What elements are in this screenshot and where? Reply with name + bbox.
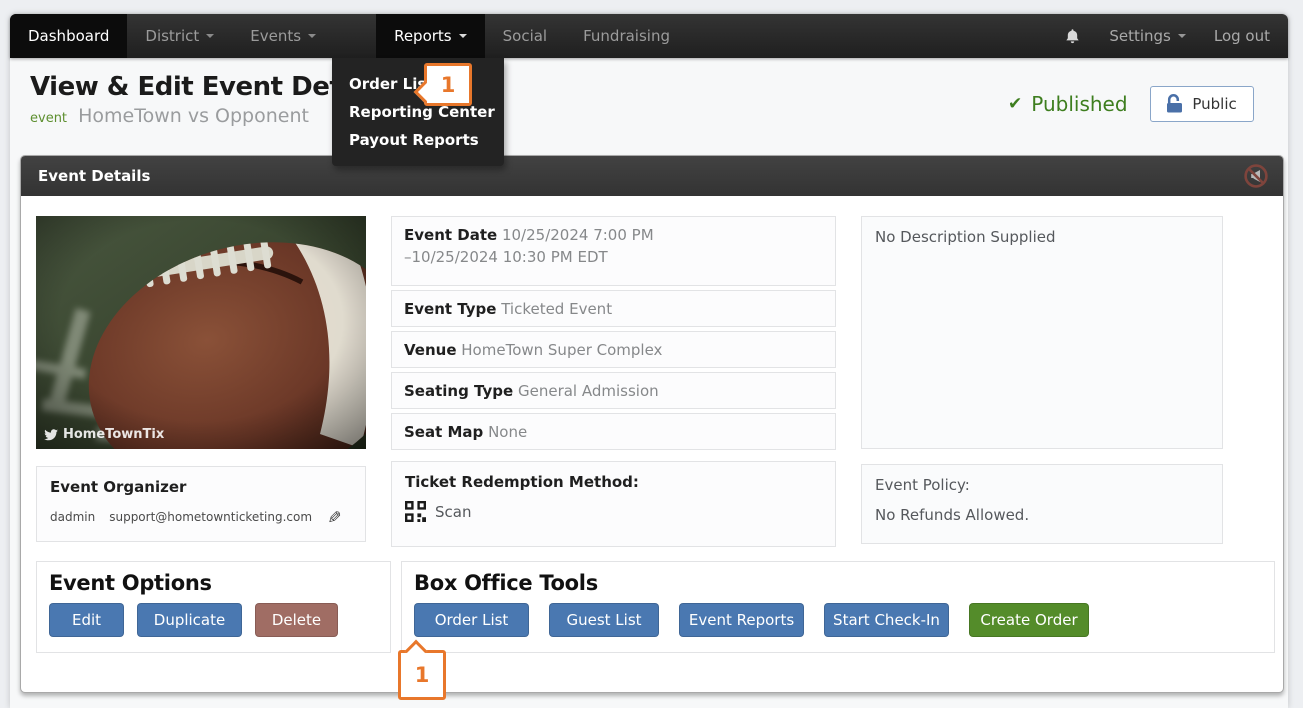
detail-value: HomeTown Super Complex <box>461 341 662 359</box>
ticket-redemption-box: Ticket Redemption Method: Scan <box>391 461 836 547</box>
detail-row-seating-type: Seating Type General Admission <box>391 372 836 409</box>
detail-row-event-type: Event Type Ticketed Event <box>391 290 836 327</box>
detail-row-venue: Venue HomeTown Super Complex <box>391 331 836 368</box>
detail-value: 10/25/2024 7:00 PM <box>502 226 654 244</box>
event-options-title: Event Options <box>37 562 390 595</box>
policy-text: No Refunds Allowed. <box>875 506 1209 524</box>
start-check-in-button[interactable]: Start Check-In <box>824 603 949 637</box>
event-options-buttons: Edit Duplicate Delete <box>37 595 390 637</box>
description-text: No Description Supplied <box>875 228 1056 246</box>
guest-list-button[interactable]: Guest List <box>549 603 659 637</box>
visibility-label: Public <box>1192 95 1236 113</box>
event-image: HomeTownTix <box>36 216 366 449</box>
event-details-table: Event Date 10/25/2024 7:00 PM –10/25/202… <box>391 216 836 450</box>
nav-label: District <box>145 27 199 45</box>
edit-button[interactable]: Edit <box>49 603 124 637</box>
nav-item-fundraising[interactable]: Fundraising <box>565 14 688 58</box>
detail-value: None <box>488 423 527 441</box>
step-callout-1-menu: 1 <box>424 63 472 106</box>
organizer-row: dadmin support@hometownticketing.com ✎ <box>50 507 352 527</box>
public-visibility-button[interactable]: Public <box>1150 86 1254 122</box>
detail-label: Venue <box>404 341 457 359</box>
nav-label: Log out <box>1214 27 1270 45</box>
box-office-tools-box: Box Office Tools Order List Guest List E… <box>401 561 1275 653</box>
organizer-title: Event Organizer <box>50 478 352 496</box>
step-number: 1 <box>415 663 430 687</box>
create-order-button[interactable]: Create Order <box>969 603 1089 637</box>
policy-label: Event Policy: <box>875 476 1209 494</box>
chevron-down-icon <box>1178 34 1186 38</box>
nav-label: Social <box>503 27 547 45</box>
box-office-title: Box Office Tools <box>402 562 1274 595</box>
event-name: HomeTown vs Opponent <box>78 105 309 127</box>
redemption-method-row: Scan <box>405 501 822 522</box>
nav-item-events[interactable]: Events <box>232 14 334 58</box>
event-options-box: Event Options Edit Duplicate Delete <box>36 561 391 653</box>
event-type-tag: event <box>30 111 67 126</box>
detail-label: Seating Type <box>404 382 513 400</box>
nav-item-social[interactable]: Social <box>485 14 565 58</box>
event-organizer-box: Event Organizer dadmin support@hometownt… <box>36 466 366 542</box>
detail-value: General Admission <box>518 382 659 400</box>
published-status: ✔ Published <box>1008 92 1128 116</box>
top-navbar: Dashboard District Events Reports Social… <box>10 14 1288 58</box>
detail-value-2: –10/25/2024 10:30 PM EDT <box>404 248 608 266</box>
promotion-disabled-icon[interactable] <box>1243 163 1269 189</box>
status-label: Published <box>1031 92 1127 116</box>
nav-item-dashboard[interactable]: Dashboard <box>10 14 127 58</box>
status-area: ✔ Published Public <box>1008 86 1254 122</box>
event-reports-button[interactable]: Event Reports <box>679 603 804 637</box>
chevron-down-icon <box>206 34 214 38</box>
twitter-bird-icon <box>44 429 58 441</box>
menu-item-payout-reports[interactable]: Payout Reports <box>332 126 504 154</box>
redemption-method: Scan <box>435 503 471 521</box>
description-box: No Description Supplied <box>861 216 1223 449</box>
detail-row-event-date: Event Date 10/25/2024 7:00 PM –10/25/202… <box>391 216 836 286</box>
event-policy-box: Event Policy: No Refunds Allowed. <box>861 464 1223 544</box>
chevron-down-icon <box>459 34 467 38</box>
nav-label: Dashboard <box>28 27 109 45</box>
box-office-buttons: Order List Guest List Event Reports Star… <box>402 595 1274 637</box>
organizer-email: support@hometownticketing.com <box>109 510 312 524</box>
menu-item-reporting-center[interactable]: Reporting Center <box>332 98 504 126</box>
screen: Dashboard District Events Reports Social… <box>0 0 1303 708</box>
detail-label: Event Date <box>404 226 497 244</box>
nav-label: Settings <box>1109 27 1171 45</box>
chevron-down-icon <box>308 34 316 38</box>
check-icon: ✔ <box>1008 94 1022 114</box>
reports-dropdown-menu: Order List Reporting Center Payout Repor… <box>332 58 504 166</box>
open-lock-icon <box>1166 94 1183 114</box>
event-details-panel: Event Details <box>20 155 1284 693</box>
panel-header: Event Details <box>21 156 1283 196</box>
detail-value: Ticketed Event <box>501 300 612 318</box>
nav-label: Fundraising <box>583 27 670 45</box>
delete-button[interactable]: Delete <box>255 603 338 637</box>
nav-label: Reports <box>394 27 452 45</box>
page-container: Dashboard District Events Reports Social… <box>10 14 1288 708</box>
edit-pencil-icon[interactable]: ✎ <box>323 510 343 524</box>
redemption-title: Ticket Redemption Method: <box>405 473 822 491</box>
duplicate-button[interactable]: Duplicate <box>137 603 242 637</box>
step-number: 1 <box>441 73 456 97</box>
nav-item-reports[interactable]: Reports <box>376 14 485 58</box>
order-list-button[interactable]: Order List <box>414 603 529 637</box>
qr-code-icon <box>405 501 426 522</box>
panel-title: Event Details <box>38 167 150 185</box>
navbar-right: Settings Log out <box>1064 14 1288 58</box>
nav-label: Events <box>250 27 301 45</box>
detail-label: Seat Map <box>404 423 483 441</box>
step-callout-1-button: 1 <box>398 650 446 700</box>
detail-label: Event Type <box>404 300 496 318</box>
watermark-text: HomeTownTix <box>63 427 164 442</box>
nav-item-settings[interactable]: Settings <box>1109 27 1186 45</box>
nav-item-logout[interactable]: Log out <box>1214 27 1270 45</box>
image-watermark: HomeTownTix <box>44 427 164 442</box>
nav-item-district[interactable]: District <box>127 14 232 58</box>
organizer-username: dadmin <box>50 510 95 524</box>
detail-row-seat-map: Seat Map None <box>391 413 836 450</box>
notifications-bell-icon[interactable] <box>1064 28 1081 45</box>
